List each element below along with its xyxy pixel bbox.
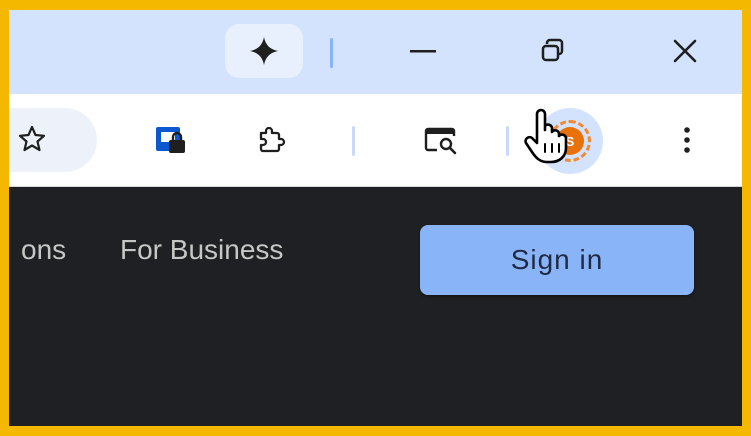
browser-menu-button[interactable] xyxy=(665,118,709,162)
browser-toolbar: S xyxy=(9,94,742,186)
search-screen-icon xyxy=(424,127,457,155)
more-vert-icon xyxy=(684,127,690,153)
star-icon xyxy=(18,125,46,152)
restore-icon xyxy=(541,38,564,62)
gemini-button[interactable] xyxy=(225,24,303,78)
hand-pointer-cursor-icon xyxy=(524,108,568,164)
page-content: ons For Business Sign in xyxy=(9,187,742,426)
close-icon xyxy=(673,39,697,63)
nav-link-partial[interactable]: ons xyxy=(21,234,66,266)
sign-in-button[interactable]: Sign in xyxy=(420,225,694,295)
gemini-sparkle-icon xyxy=(250,37,278,65)
nav-link-for-business[interactable]: For Business xyxy=(120,234,283,266)
address-bar-end[interactable] xyxy=(9,108,97,172)
close-button[interactable] xyxy=(655,24,715,78)
bookmark-button[interactable] xyxy=(17,124,47,154)
titlebar-divider xyxy=(330,38,333,68)
password-manager-button[interactable] xyxy=(149,118,193,162)
minimize-button[interactable] xyxy=(393,24,453,78)
minimize-icon xyxy=(410,50,436,53)
restore-button[interactable] xyxy=(523,24,583,78)
browser-titlebar xyxy=(9,10,742,94)
password-manager-icon xyxy=(156,127,185,153)
search-screen-button[interactable] xyxy=(419,118,463,162)
puzzle-icon xyxy=(259,126,286,153)
extensions-button[interactable] xyxy=(249,118,293,162)
screenshot-frame: S ons For Business Sign in xyxy=(0,0,751,436)
toolbar-divider xyxy=(506,126,509,156)
toolbar-divider xyxy=(352,126,355,156)
